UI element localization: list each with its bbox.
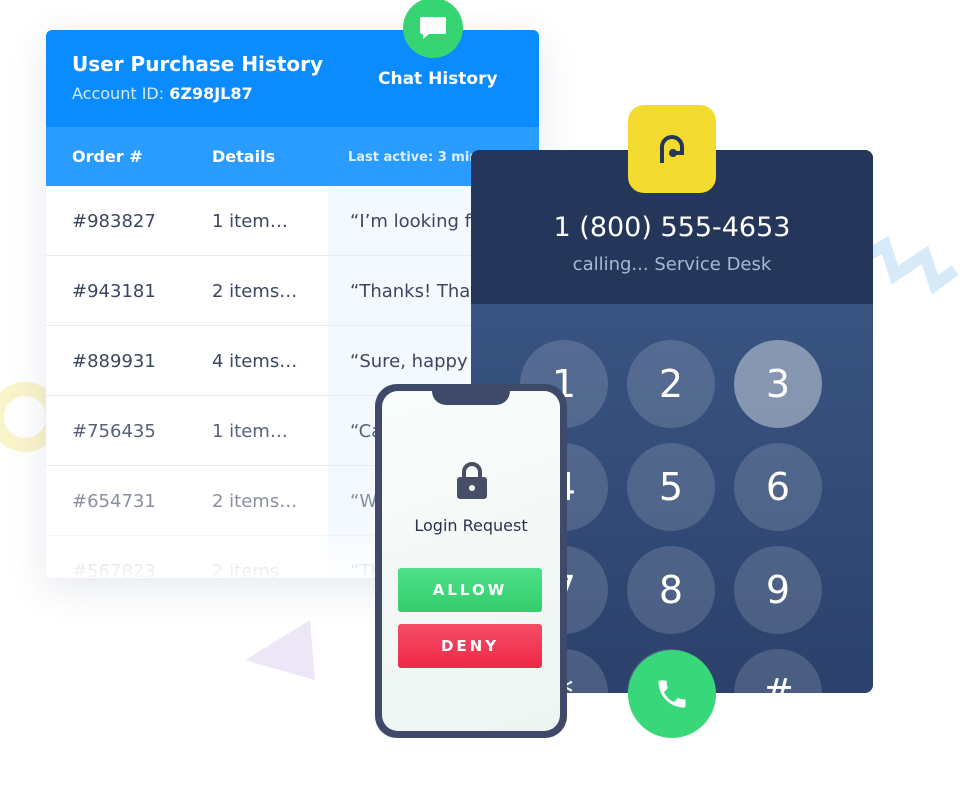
allow-button[interactable]: ALLOW: [398, 568, 542, 612]
order-cell: #983827: [72, 211, 156, 232]
chat-history-title: Chat History: [378, 69, 498, 89]
chat-preview-cell: “I’m looking f: [350, 211, 471, 232]
headset-agent-icon: [660, 135, 684, 163]
order-cell: #889931: [72, 351, 156, 372]
column-order[interactable]: Order #: [72, 147, 143, 166]
table-row[interactable]: #983827 1 item… “I’m looking f: [46, 186, 539, 256]
purple-triangle-decoration: [245, 620, 315, 680]
table-row[interactable]: #943181 2 items… “Thanks! That: [46, 256, 539, 326]
phone-notch: [432, 391, 510, 405]
phone-icon: [658, 680, 686, 708]
order-cell: #756435: [72, 421, 156, 442]
support-agent-badge: [628, 105, 716, 193]
dial-key[interactable]: 8: [627, 546, 715, 634]
call-button[interactable]: [628, 650, 716, 738]
chat-preview-cell: “W: [350, 491, 378, 512]
account-id: Account ID: 6Z98JL87: [72, 84, 253, 103]
dial-key[interactable]: 6: [734, 443, 822, 531]
chat-preview-cell: “Sure, happy: [350, 351, 468, 372]
dial-key[interactable]: 9: [734, 546, 822, 634]
chat-bubble-badge: [403, 0, 463, 58]
lock-icon: [457, 462, 487, 499]
order-cell: #943181: [72, 281, 156, 302]
phone-screen: Login Request ALLOW DENY: [382, 391, 560, 731]
dial-key[interactable]: #: [734, 649, 822, 693]
account-label: Account ID:: [72, 84, 165, 103]
last-active: Last active: 3 min: [348, 150, 479, 165]
chat-preview-cell: “Thanks! That: [350, 281, 478, 302]
login-request-title: Login Request: [414, 516, 528, 535]
details-cell: 2 items…: [212, 281, 298, 302]
mobile-phone: Login Request ALLOW DENY: [375, 384, 567, 738]
dial-key[interactable]: 2: [627, 340, 715, 428]
phone-number: 1 (800) 555-4653: [553, 212, 791, 243]
details-cell: 1 item…: [212, 421, 288, 442]
details-cell: 1 item…: [212, 211, 288, 232]
chat-icon: [420, 17, 446, 39]
details-cell: 4 items…: [212, 351, 298, 372]
call-status: calling... Service Desk: [572, 254, 772, 275]
order-cell: #654731: [72, 491, 156, 512]
card-title: User Purchase History: [72, 52, 324, 76]
deny-button[interactable]: DENY: [398, 624, 542, 668]
column-details[interactable]: Details: [212, 147, 275, 166]
details-cell: 2 items…: [212, 491, 298, 512]
dial-key[interactable]: 5: [627, 443, 715, 531]
dial-key[interactable]: 3: [734, 340, 822, 428]
account-id-value: 6Z98JL87: [169, 84, 253, 103]
